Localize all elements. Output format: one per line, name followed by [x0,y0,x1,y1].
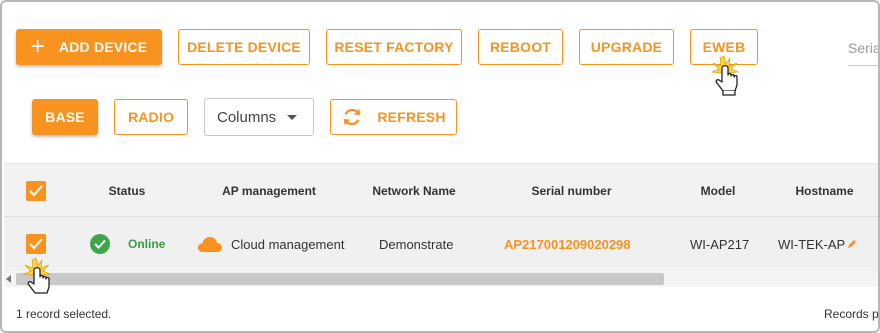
checkmark-icon [29,185,43,197]
base-button[interactable]: BASE [32,99,98,135]
selection-status: 1 record selected. [16,307,112,321]
refresh-button[interactable]: REFRESH [330,99,457,135]
add-device-button[interactable]: + ADD DEVICE [16,29,162,65]
model-cell: WI-AP217 [690,217,749,271]
refresh-label: REFRESH [377,109,446,125]
check-circle-icon [90,234,110,254]
radio-button[interactable]: RADIO [114,99,188,135]
cloud-icon [198,237,222,252]
serial-number-cell[interactable]: AP217001209020298 [504,217,631,271]
serial-number-link[interactable]: AP217001209020298 [504,237,631,252]
scroll-left-icon[interactable] [6,275,11,283]
reboot-button[interactable]: REBOOT [478,29,563,65]
delete-device-button[interactable]: DELETE DEVICE [178,29,310,65]
app-window: + ADD DEVICE DELETE DEVICE RESET FACTORY… [0,0,880,333]
checkmark-icon [29,238,43,250]
column-header-ap-management[interactable]: AP management [204,164,334,218]
row-checkbox[interactable] [26,234,46,254]
network-name-text: Demonstrate [379,236,454,252]
select-all-checkbox[interactable] [26,181,46,201]
column-header-serial-number[interactable]: Serial number [514,164,629,218]
hand-cursor-icon [710,55,740,96]
model-text: WI-AP217 [690,236,750,252]
table-header: Status AP management Network Name Serial… [4,163,878,218]
chevron-down-icon [287,115,297,120]
status-cell: Online [90,217,165,271]
status-online-text: Online [128,237,166,251]
table-row[interactable]: Online Cloud management Demonstrate AP21… [4,217,878,271]
hostname-text: WI-TEK-AP [778,236,846,252]
network-name-cell: Demonstrate [379,217,453,271]
plus-icon: + [30,33,45,60]
column-header-hostname[interactable]: Hostname [782,164,867,218]
ap-management-text: Cloud management [231,236,345,252]
radio-label: RADIO [127,109,175,125]
columns-select[interactable]: Columns [204,98,314,136]
columns-select-value: Columns [217,108,277,126]
serial-search-input[interactable]: Seria [848,30,880,66]
records-per-page-label: Records pe [824,307,880,321]
hostname-cell: WI-TEK-AP [778,217,857,271]
scrollbar-thumb[interactable] [16,273,664,285]
reboot-label: REBOOT [489,39,552,55]
base-label: BASE [45,109,85,125]
reset-factory-label: RESET FACTORY [334,39,454,55]
delete-device-label: DELETE DEVICE [187,39,301,55]
column-header-status[interactable]: Status [92,164,162,218]
reset-factory-button[interactable]: RESET FACTORY [326,29,462,65]
pencil-icon[interactable] [847,239,857,249]
add-device-label: ADD DEVICE [58,39,148,55]
upgrade-button[interactable]: UPGRADE [579,29,674,65]
column-header-model[interactable]: Model [684,164,752,218]
refresh-icon [344,108,361,126]
ap-management-cell: Cloud management [197,217,344,271]
search-placeholder: Seria [848,39,880,56]
horizontal-scrollbar[interactable] [4,271,878,287]
upgrade-label: UPGRADE [590,39,663,55]
column-header-network-name[interactable]: Network Name [359,164,469,218]
hand-cursor-icon [22,257,52,294]
